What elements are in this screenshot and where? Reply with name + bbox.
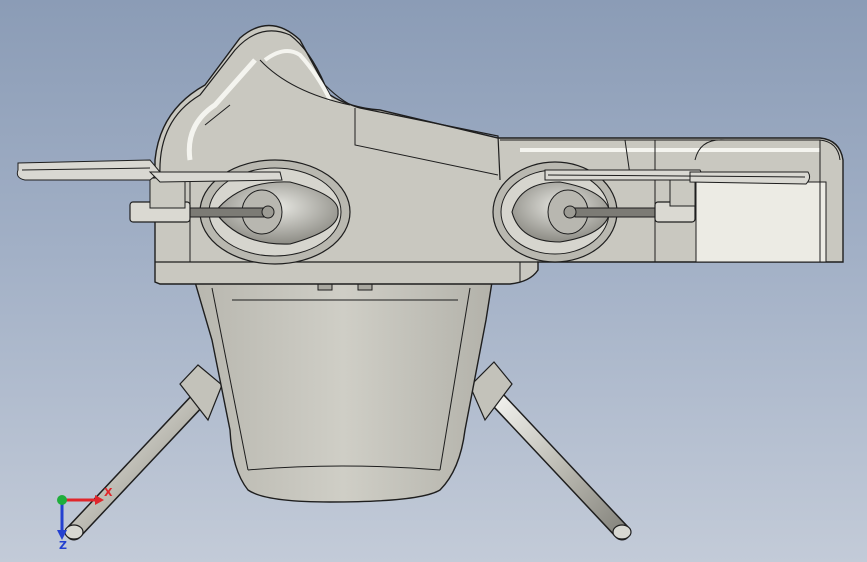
x-axis-label: X	[104, 486, 113, 499]
drone-model-view[interactable]	[0, 0, 867, 562]
y-axis-dot	[57, 495, 67, 505]
cad-3d-viewport[interactable]: X Z	[0, 0, 867, 562]
lower-payload-bay[interactable]	[194, 279, 493, 503]
left-arm-bracket[interactable]	[129, 177, 191, 223]
z-axis-label: Z	[59, 539, 67, 550]
coordinate-triad: X Z	[57, 486, 113, 550]
right-landing-leg[interactable]	[469, 361, 632, 541]
x-axis-arrowhead	[95, 495, 104, 505]
